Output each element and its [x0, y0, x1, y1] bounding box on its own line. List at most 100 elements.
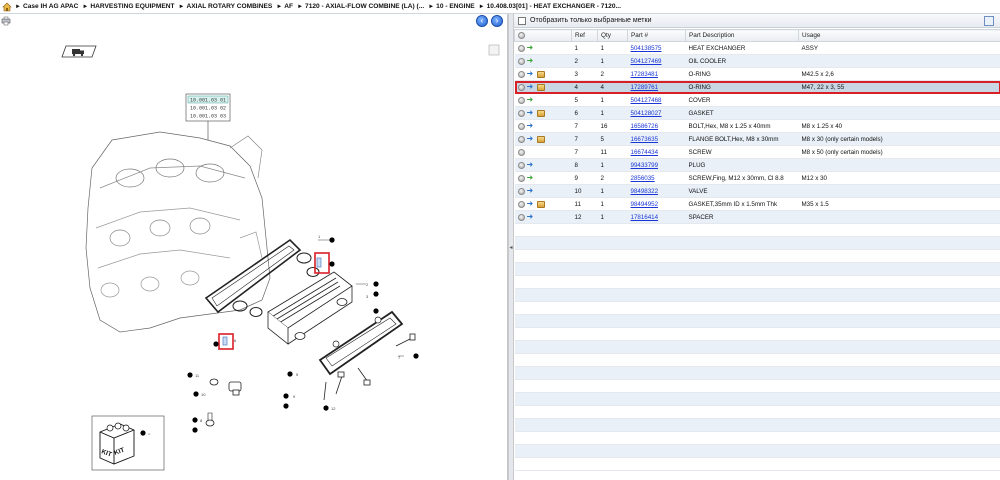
table-row[interactable]: ➜ 4 4 17289761 O-RING M47, 22 x 3, 55 — [514, 80, 1000, 94]
part-number-link[interactable]: 16673635 — [631, 136, 659, 143]
table-row[interactable]: ➜ 11 1 98494952 GASKET,35mm ID x 1.5mm Thk M3… — [514, 197, 1000, 211]
callout-7[interactable]: 7 — [398, 353, 419, 360]
collapse-arrow-icon[interactable]: ◂ — [509, 242, 513, 254]
package-icon[interactable] — [536, 135, 545, 143]
add-to-cart-icon[interactable] — [517, 44, 525, 52]
add-to-cart-icon[interactable] — [517, 135, 525, 143]
header-part-description[interactable]: Part Description — [685, 29, 799, 42]
replacement-arrow-icon[interactable]: ➜ — [527, 122, 535, 130]
exploded-parts-diagram[interactable]: 10.001.03 01 10.001.03 02 10.001.03 03 1… — [0, 28, 505, 480]
callout-9[interactable]: 9 — [283, 393, 296, 409]
cell-part-number[interactable]: 504127469 — [627, 54, 686, 68]
cell-part-number[interactable]: 98494952 — [627, 197, 686, 211]
breadcrumb-item[interactable]: ► 10.408.03[01] - HEAT EXCHANGER - 7120..… — [479, 3, 621, 10]
part-number-link[interactable]: 16586726 — [631, 123, 659, 130]
cell-part-number[interactable]: 504138575 — [627, 41, 686, 55]
layers-icon[interactable] — [488, 44, 500, 56]
table-row[interactable]: 7 11 16674434 SCREW M8 x 50 (only certain mo… — [514, 145, 1000, 159]
link-arrow-icon[interactable]: ➜ — [527, 174, 535, 182]
add-to-cart-icon[interactable] — [517, 174, 525, 182]
cell-part-number[interactable]: 504128027 — [627, 106, 686, 120]
part-number-link[interactable]: 504127468 — [631, 97, 662, 104]
breadcrumb-item[interactable]: ► AF — [276, 3, 293, 10]
header-ref[interactable]: Ref — [571, 29, 598, 42]
header-usage[interactable]: Usage — [798, 29, 1000, 42]
part-number-link[interactable]: 17289761 — [631, 84, 659, 91]
add-to-cart-icon[interactable] — [517, 122, 525, 130]
print-icon[interactable] — [1, 16, 11, 26]
cell-part-number[interactable]: 16674434 — [627, 145, 686, 159]
select-all-icon[interactable] — [518, 31, 525, 39]
add-to-cart-icon[interactable] — [517, 109, 525, 117]
home-icon[interactable] — [2, 2, 12, 12]
add-to-cart-icon[interactable] — [517, 161, 525, 169]
part-number-link[interactable]: 17283481 — [631, 71, 659, 78]
callout-1[interactable]: 1 — [318, 234, 335, 243]
callout-12[interactable]: 12 — [323, 405, 336, 411]
callout-11[interactable]: 11 — [187, 372, 200, 378]
part-number-link[interactable]: 504138575 — [631, 45, 662, 52]
table-row[interactable]: ➜ 2 1 504127469 OIL COOLER — [514, 54, 1000, 68]
callout-4[interactable] — [329, 261, 335, 267]
cell-part-number[interactable]: 17283481 — [627, 67, 686, 81]
cell-part-number[interactable]: 504127468 — [627, 93, 686, 107]
table-row[interactable]: ➜ 10 1 98498322 VALVE — [514, 184, 1000, 198]
add-to-cart-icon[interactable] — [517, 148, 525, 156]
part-number-link[interactable]: 98494952 — [631, 201, 659, 208]
part-number-link[interactable]: 17816414 — [631, 214, 659, 221]
show-selected-only-checkbox[interactable] — [518, 16, 526, 25]
callout-2[interactable]: 2 — [356, 281, 379, 287]
kit-box[interactable]: KIT KIT = — [91, 415, 165, 471]
column-settings-icon[interactable] — [984, 16, 994, 26]
package-icon[interactable] — [536, 70, 545, 78]
table-row[interactable]: ➜ 12 1 17816414 SPACER — [514, 210, 1000, 224]
next-page-button[interactable]: › — [491, 15, 503, 27]
table-row[interactable]: ➜ 3 2 17283481 O-RING M42.5 x 2,6 — [514, 67, 1000, 81]
callout-10[interactable]: 10 — [193, 391, 206, 397]
package-icon[interactable] — [536, 200, 545, 208]
cell-part-number[interactable]: 2856035 — [627, 171, 686, 185]
replacement-arrow-icon[interactable]: ➜ — [527, 109, 535, 117]
previous-page-button[interactable]: ‹ — [476, 15, 488, 27]
cell-part-number[interactable]: 16586726 — [627, 119, 686, 133]
table-row[interactable]: ➜ 1 1 504138575 HEAT EXCHANGER ASSY — [514, 41, 1000, 55]
replacement-arrow-icon[interactable]: ➜ — [527, 161, 535, 169]
part-number-link[interactable]: 2856035 — [631, 175, 655, 182]
replacement-arrow-icon[interactable]: ➜ — [527, 187, 535, 195]
cell-part-number[interactable]: 16673635 — [627, 132, 686, 146]
shipping-truck-icon[interactable] — [61, 45, 97, 58]
add-to-cart-icon[interactable] — [517, 83, 525, 91]
callout-5[interactable]: 5 — [287, 371, 299, 377]
cell-part-number[interactable]: 17816414 — [627, 210, 686, 224]
table-row[interactable]: ➜ 8 1 99433799 PLUG — [514, 158, 1000, 172]
add-to-cart-icon[interactable] — [517, 187, 525, 195]
breadcrumb-item[interactable]: ► AXIAL ROTARY COMBINES — [179, 3, 273, 10]
header-select[interactable] — [514, 29, 572, 42]
breadcrumb-item[interactable]: ► 7120 - AXIAL-FLOW COMBINE (LA) (... — [297, 3, 424, 10]
link-arrow-icon[interactable]: ➜ — [527, 57, 535, 65]
add-to-cart-icon[interactable] — [517, 96, 525, 104]
breadcrumb-item[interactable]: ► Case IH AG APAC — [15, 3, 78, 10]
replacement-arrow-icon[interactable]: ➜ — [527, 83, 535, 91]
part-number-link[interactable]: 99433799 — [631, 162, 659, 169]
part-number-link[interactable]: 504127469 — [631, 58, 662, 65]
part-number-link[interactable]: 98498322 — [631, 188, 659, 195]
cell-part-number[interactable]: 98498322 — [627, 184, 686, 198]
package-icon[interactable] — [536, 83, 545, 91]
link-arrow-icon[interactable]: ➜ — [527, 44, 535, 52]
cell-part-number[interactable]: 99433799 — [627, 158, 686, 172]
part-number-link[interactable]: 504128027 — [631, 110, 662, 117]
package-icon[interactable] — [536, 109, 545, 117]
link-arrow-icon[interactable]: ➜ — [527, 96, 535, 104]
breadcrumb-item[interactable]: ► HARVESTING EQUIPMENT — [82, 3, 174, 10]
header-qty[interactable]: Qty — [597, 29, 628, 42]
table-row[interactable]: ➜ 7 5 16673635 FLANGE BOLT,Hex, M8 x 30mm M8 … — [514, 132, 1000, 146]
replacement-arrow-icon[interactable]: ➜ — [527, 135, 535, 143]
add-to-cart-icon[interactable] — [517, 200, 525, 208]
replacement-arrow-icon[interactable]: ➜ — [527, 213, 535, 221]
cell-part-number[interactable]: 17289761 — [627, 80, 686, 94]
callout-8[interactable]: 8 — [192, 417, 203, 433]
replacement-arrow-icon[interactable]: ➜ — [527, 200, 535, 208]
table-row[interactable]: ➜ 9 2 2856035 SCREW,Fing, M12 x 30mm, Cl 8.8… — [514, 171, 1000, 185]
table-row[interactable]: ➜ 7 16 16586726 BOLT,Hex, M8 x 1.25 x 40mm M8… — [514, 119, 1000, 133]
